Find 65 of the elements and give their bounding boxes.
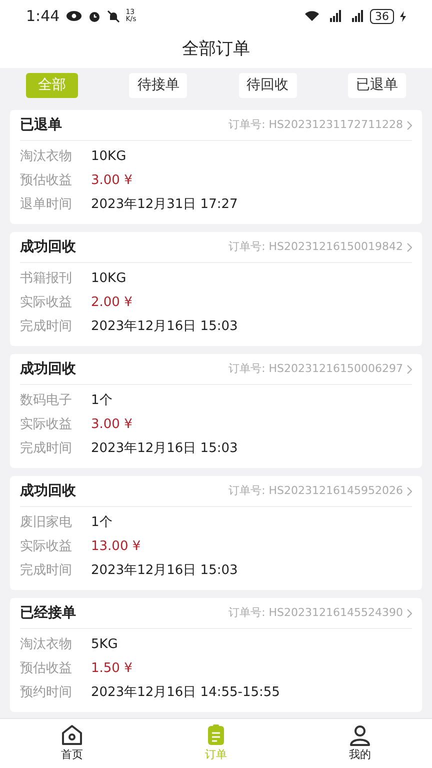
field-label: 完成时间: [20, 440, 73, 458]
field-value: 3.00 ¥: [91, 416, 132, 434]
chevron-right-icon: [407, 608, 412, 618]
field-value: 1.50 ¥: [91, 660, 132, 678]
order-card[interactable]: 已退单 订单号: HS20231231172711228 淘汰衣物 10KG 预估收益 3.00 ¥ 退单时间 2023年12月31日 17:27: [10, 110, 422, 224]
field-label: 淘汰衣物: [20, 636, 73, 654]
field-value: 2.00 ¥: [91, 294, 132, 312]
battery-level: 36: [370, 8, 394, 24]
field-label: 实际收益: [20, 538, 73, 556]
order-number: 订单号: HS20231216150006297: [228, 360, 403, 377]
field-label: 实际收益: [20, 294, 73, 312]
home-icon: [60, 723, 84, 748]
field-label: 预约时间: [20, 684, 73, 702]
field-value: 5KG: [91, 636, 118, 654]
field-label: 书籍报刊: [20, 270, 73, 288]
field-label: 完成时间: [20, 562, 73, 580]
field-value: 10KG: [91, 148, 126, 166]
field-label: 实际收益: [20, 416, 73, 434]
field-value: 1个: [91, 514, 112, 532]
order-number: 订单号: HS20231216145952026: [228, 482, 403, 499]
chevron-right-icon: [407, 242, 412, 252]
chevron-right-icon: [407, 364, 412, 374]
field-label: 预估收益: [20, 172, 73, 190]
field-label: 预估收益: [20, 660, 73, 678]
order-status: 成功回收: [20, 238, 76, 256]
filter-tab[interactable]: 待接单: [129, 73, 188, 98]
order-status: 成功回收: [20, 360, 76, 378]
chevron-right-icon: [407, 486, 412, 496]
filter-tab[interactable]: 待回收: [238, 73, 297, 98]
field-label: 退单时间: [20, 196, 73, 214]
status-time: 1:44: [26, 6, 60, 27]
filter-tab[interactable]: 已退单: [348, 73, 406, 98]
alarm-icon: [88, 10, 101, 22]
wifi-icon: [304, 10, 320, 22]
order-number: 订单号: HS20231231172711228: [228, 116, 403, 133]
page-title: 全部订单: [182, 38, 250, 62]
nav-tab[interactable]: 我的: [288, 719, 432, 768]
nav-tab[interactable]: 首页: [0, 719, 144, 768]
field-value: 2023年12月16日 15:03: [91, 440, 238, 458]
field-label: 淘汰衣物: [20, 148, 73, 166]
order-status: 成功回收: [20, 482, 76, 500]
eye-icon: [66, 10, 82, 22]
charging-icon: [400, 10, 406, 22]
field-value: 10KG: [91, 270, 126, 288]
user-icon: [348, 723, 372, 748]
order-card[interactable]: 成功回收 订单号: HS20231216145952026 废旧家电 1个 实际收益 13.00 ¥ 完成时间 2023年12月16日 15:03: [10, 476, 422, 590]
field-value: 2023年12月16日 15:03: [91, 318, 238, 336]
order-card[interactable]: 成功回收 订单号: HS20231216150006297 数码电子 1个 实际收益 3.00 ¥ 完成时间 2023年12月16日 15:03: [10, 354, 422, 468]
order-number: 订单号: HS20231216150019842: [228, 238, 403, 255]
order-status: 已退单: [20, 116, 62, 134]
mute-icon: [106, 10, 120, 22]
field-label: 数码电子: [20, 392, 73, 410]
field-value: 2023年12月16日 14:55-15:55: [91, 684, 280, 702]
field-value: 3.00 ¥: [91, 172, 132, 190]
chevron-right-icon: [407, 120, 412, 130]
order-status: 已经接单: [20, 604, 76, 622]
order-card[interactable]: 已经接单 订单号: HS20231216145524390 淘汰衣物 5KG 预估收益 1.50 ¥ 预约时间 2023年12月16日 14:55-15:55: [10, 598, 422, 712]
order-card[interactable]: 成功回收 订单号: HS20231216150019842 书籍报刊 10KG 实际收益 2.00 ¥ 完成时间 2023年12月16日 15:03: [10, 232, 422, 346]
field-value: 13.00 ¥: [91, 538, 141, 556]
field-label: 废旧家电: [20, 514, 73, 532]
field-label: 完成时间: [20, 318, 73, 336]
order-number: 订单号: HS20231216145524390: [228, 604, 403, 621]
field-value: 1个: [91, 392, 112, 410]
field-value: 2023年12月16日 15:03: [91, 562, 238, 580]
field-value: 2023年12月31日 17:27: [91, 196, 238, 214]
